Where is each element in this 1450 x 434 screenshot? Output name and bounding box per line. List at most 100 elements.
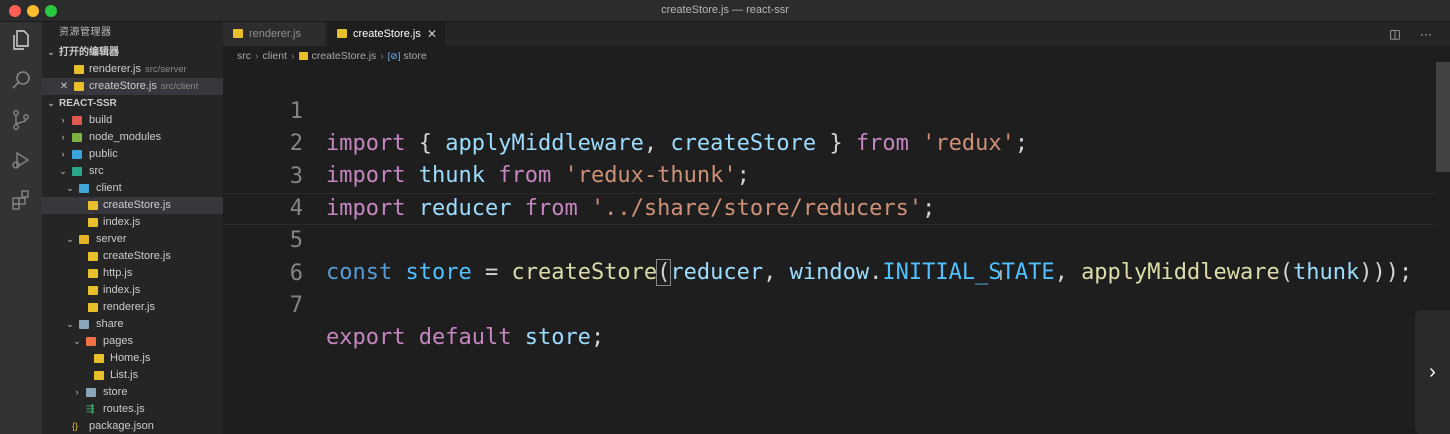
source-control-icon[interactable] <box>9 108 33 132</box>
more-actions-icon[interactable]: ··· <box>1420 27 1432 41</box>
tree-folder-public[interactable]: › public <box>42 146 223 163</box>
text-token: ; <box>1014 131 1029 156</box>
window-title: createStore.js — react-ssr <box>661 4 789 16</box>
folder-icon <box>79 235 89 244</box>
tree-item-label: build <box>89 114 113 126</box>
breadcrumb-item-src[interactable]: src <box>237 50 251 62</box>
editor-tab-bar: renderer.js createStore.js ✕ ◫ ··· <box>223 22 1450 46</box>
code-line-3[interactable]: 3 import reducer from '../share/store/re… <box>223 129 936 221</box>
open-editor-path: src/server <box>144 64 187 75</box>
tree-file-server-http[interactable]: http.js <box>42 265 223 282</box>
tree-item-label: routes.js <box>103 403 145 415</box>
split-editor-icon[interactable]: ◫ <box>1389 27 1400 41</box>
open-editor-name: createStore.js <box>89 80 157 92</box>
open-editors-label: 打开的编辑器 <box>59 47 119 58</box>
breadcrumb-item-file[interactable]: createStore.js <box>312 50 377 62</box>
chevron-down-icon: ⌄ <box>73 336 81 346</box>
tree-file-home[interactable]: Home.js <box>42 350 223 367</box>
tree-item-label: package.json <box>89 420 154 432</box>
js-file-icon <box>88 201 98 210</box>
chevron-down-icon: ⌄ <box>59 166 67 176</box>
chevron-right-icon: › <box>61 149 65 159</box>
identifier-token: store <box>405 260 472 285</box>
tree-item-label: node_modules <box>89 131 162 143</box>
folder-icon <box>79 184 89 193</box>
identifier-token: window <box>789 260 870 285</box>
js-file-icon <box>233 29 243 38</box>
tree-item-label: pages <box>103 335 133 347</box>
js-file-icon <box>337 29 347 38</box>
text-token: ; <box>922 196 936 221</box>
search-icon[interactable] <box>9 68 33 92</box>
identifier-token: createStore <box>670 131 817 156</box>
text-token: { <box>405 131 446 156</box>
tree-folder-server[interactable]: ⌄ server <box>42 231 223 248</box>
function-token: applyMiddleware <box>1081 260 1280 285</box>
tree-folder-src[interactable]: ⌄ src <box>42 163 223 180</box>
breadcrumb-item-client[interactable]: client <box>263 50 288 62</box>
function-token: createStore <box>511 260 658 285</box>
open-editor-path: src/client <box>160 81 199 92</box>
text-cursor-icon: I <box>999 269 1003 284</box>
tree-folder-client[interactable]: ⌄ client <box>42 180 223 197</box>
extensions-icon[interactable] <box>9 188 33 212</box>
js-file-icon <box>88 286 98 295</box>
breadcrumb-separator: › <box>255 50 259 62</box>
tree-file-server-renderer[interactable]: renderer.js <box>42 299 223 316</box>
tree-folder-pages[interactable]: ⌄ pages <box>42 333 223 350</box>
open-editors-section[interactable]: ⌄ 打开的编辑器 <box>42 44 223 61</box>
tab-createstore-js[interactable]: createStore.js ✕ <box>327 22 445 46</box>
code-line-4[interactable]: 4 <box>223 161 303 221</box>
keyword-token: import <box>326 163 406 188</box>
code-line-2[interactable]: 2 import thunk from 'redux-thunk'; <box>223 96 750 188</box>
tree-file-list[interactable]: List.js <box>42 367 223 384</box>
js-file-icon <box>88 269 98 278</box>
code-line-1[interactable]: 1 import { applyMiddleware, createStore … <box>223 64 1028 156</box>
code-line-7[interactable]: 7 export default store; <box>223 258 604 350</box>
editor-scrollbar[interactable] <box>1436 62 1450 172</box>
folder-icon <box>72 116 82 125</box>
tree-folder-build[interactable]: › build <box>42 112 223 129</box>
tree-file-client-createstore[interactable]: createStore.js <box>42 197 223 214</box>
tree-item-label: src <box>89 165 104 177</box>
tree-file-server-index[interactable]: index.js <box>42 282 223 299</box>
files-icon[interactable] <box>9 28 33 52</box>
run-debug-icon[interactable] <box>9 148 33 172</box>
chevron-right-icon: › <box>75 387 79 397</box>
identifier-token: applyMiddleware <box>445 131 644 156</box>
keyword-token: default <box>418 325 512 350</box>
tree-file-routes[interactable]: ⇶ routes.js <box>42 401 223 418</box>
open-editor-item-active[interactable]: ✕ createStore.js src/client <box>42 78 223 95</box>
tree-folder-store[interactable]: › store <box>42 384 223 401</box>
text-token: , <box>643 131 671 156</box>
open-editor-item[interactable]: renderer.js src/server <box>42 61 223 78</box>
keyword-token: from <box>498 163 552 188</box>
string-token: '../share/store/reducers' <box>590 196 923 221</box>
matched-bracket: ( <box>656 259 672 286</box>
tree-item-label: index.js <box>103 216 141 228</box>
tree-file-client-index[interactable]: index.js <box>42 214 223 231</box>
project-section[interactable]: ⌄ REACT-SSR <box>42 95 223 112</box>
tree-folder-node-modules[interactable]: › node_modules <box>42 129 223 146</box>
breadcrumb-item-symbol[interactable]: store <box>403 50 426 62</box>
tree-item-label: Home.js <box>110 352 151 364</box>
tree-file-server-createstore[interactable]: createStore.js <box>42 248 223 265</box>
js-file-icon <box>88 218 98 227</box>
folder-icon <box>72 167 82 176</box>
tree-folder-share[interactable]: ⌄ share <box>42 316 223 333</box>
code-line-5[interactable]: 5 const store = createStore(reducer, win… <box>223 193 1412 286</box>
expand-panel-button[interactable]: › <box>1415 310 1450 434</box>
tree-file-package-json[interactable]: {} package.json <box>42 418 223 434</box>
close-icon[interactable]: ✕ <box>59 78 69 95</box>
js-file-icon <box>298 52 308 60</box>
code-line-6[interactable]: 6 <box>223 226 303 286</box>
tab-renderer-js[interactable]: renderer.js <box>223 22 325 46</box>
chevron-right-icon: › <box>61 115 65 125</box>
tree-item-label: index.js <box>103 284 141 296</box>
code-editor[interactable]: 1 import { applyMiddleware, createStore … <box>223 62 1436 434</box>
close-icon[interactable]: ✕ <box>427 22 437 46</box>
chevron-down-icon: ⌄ <box>66 183 74 193</box>
